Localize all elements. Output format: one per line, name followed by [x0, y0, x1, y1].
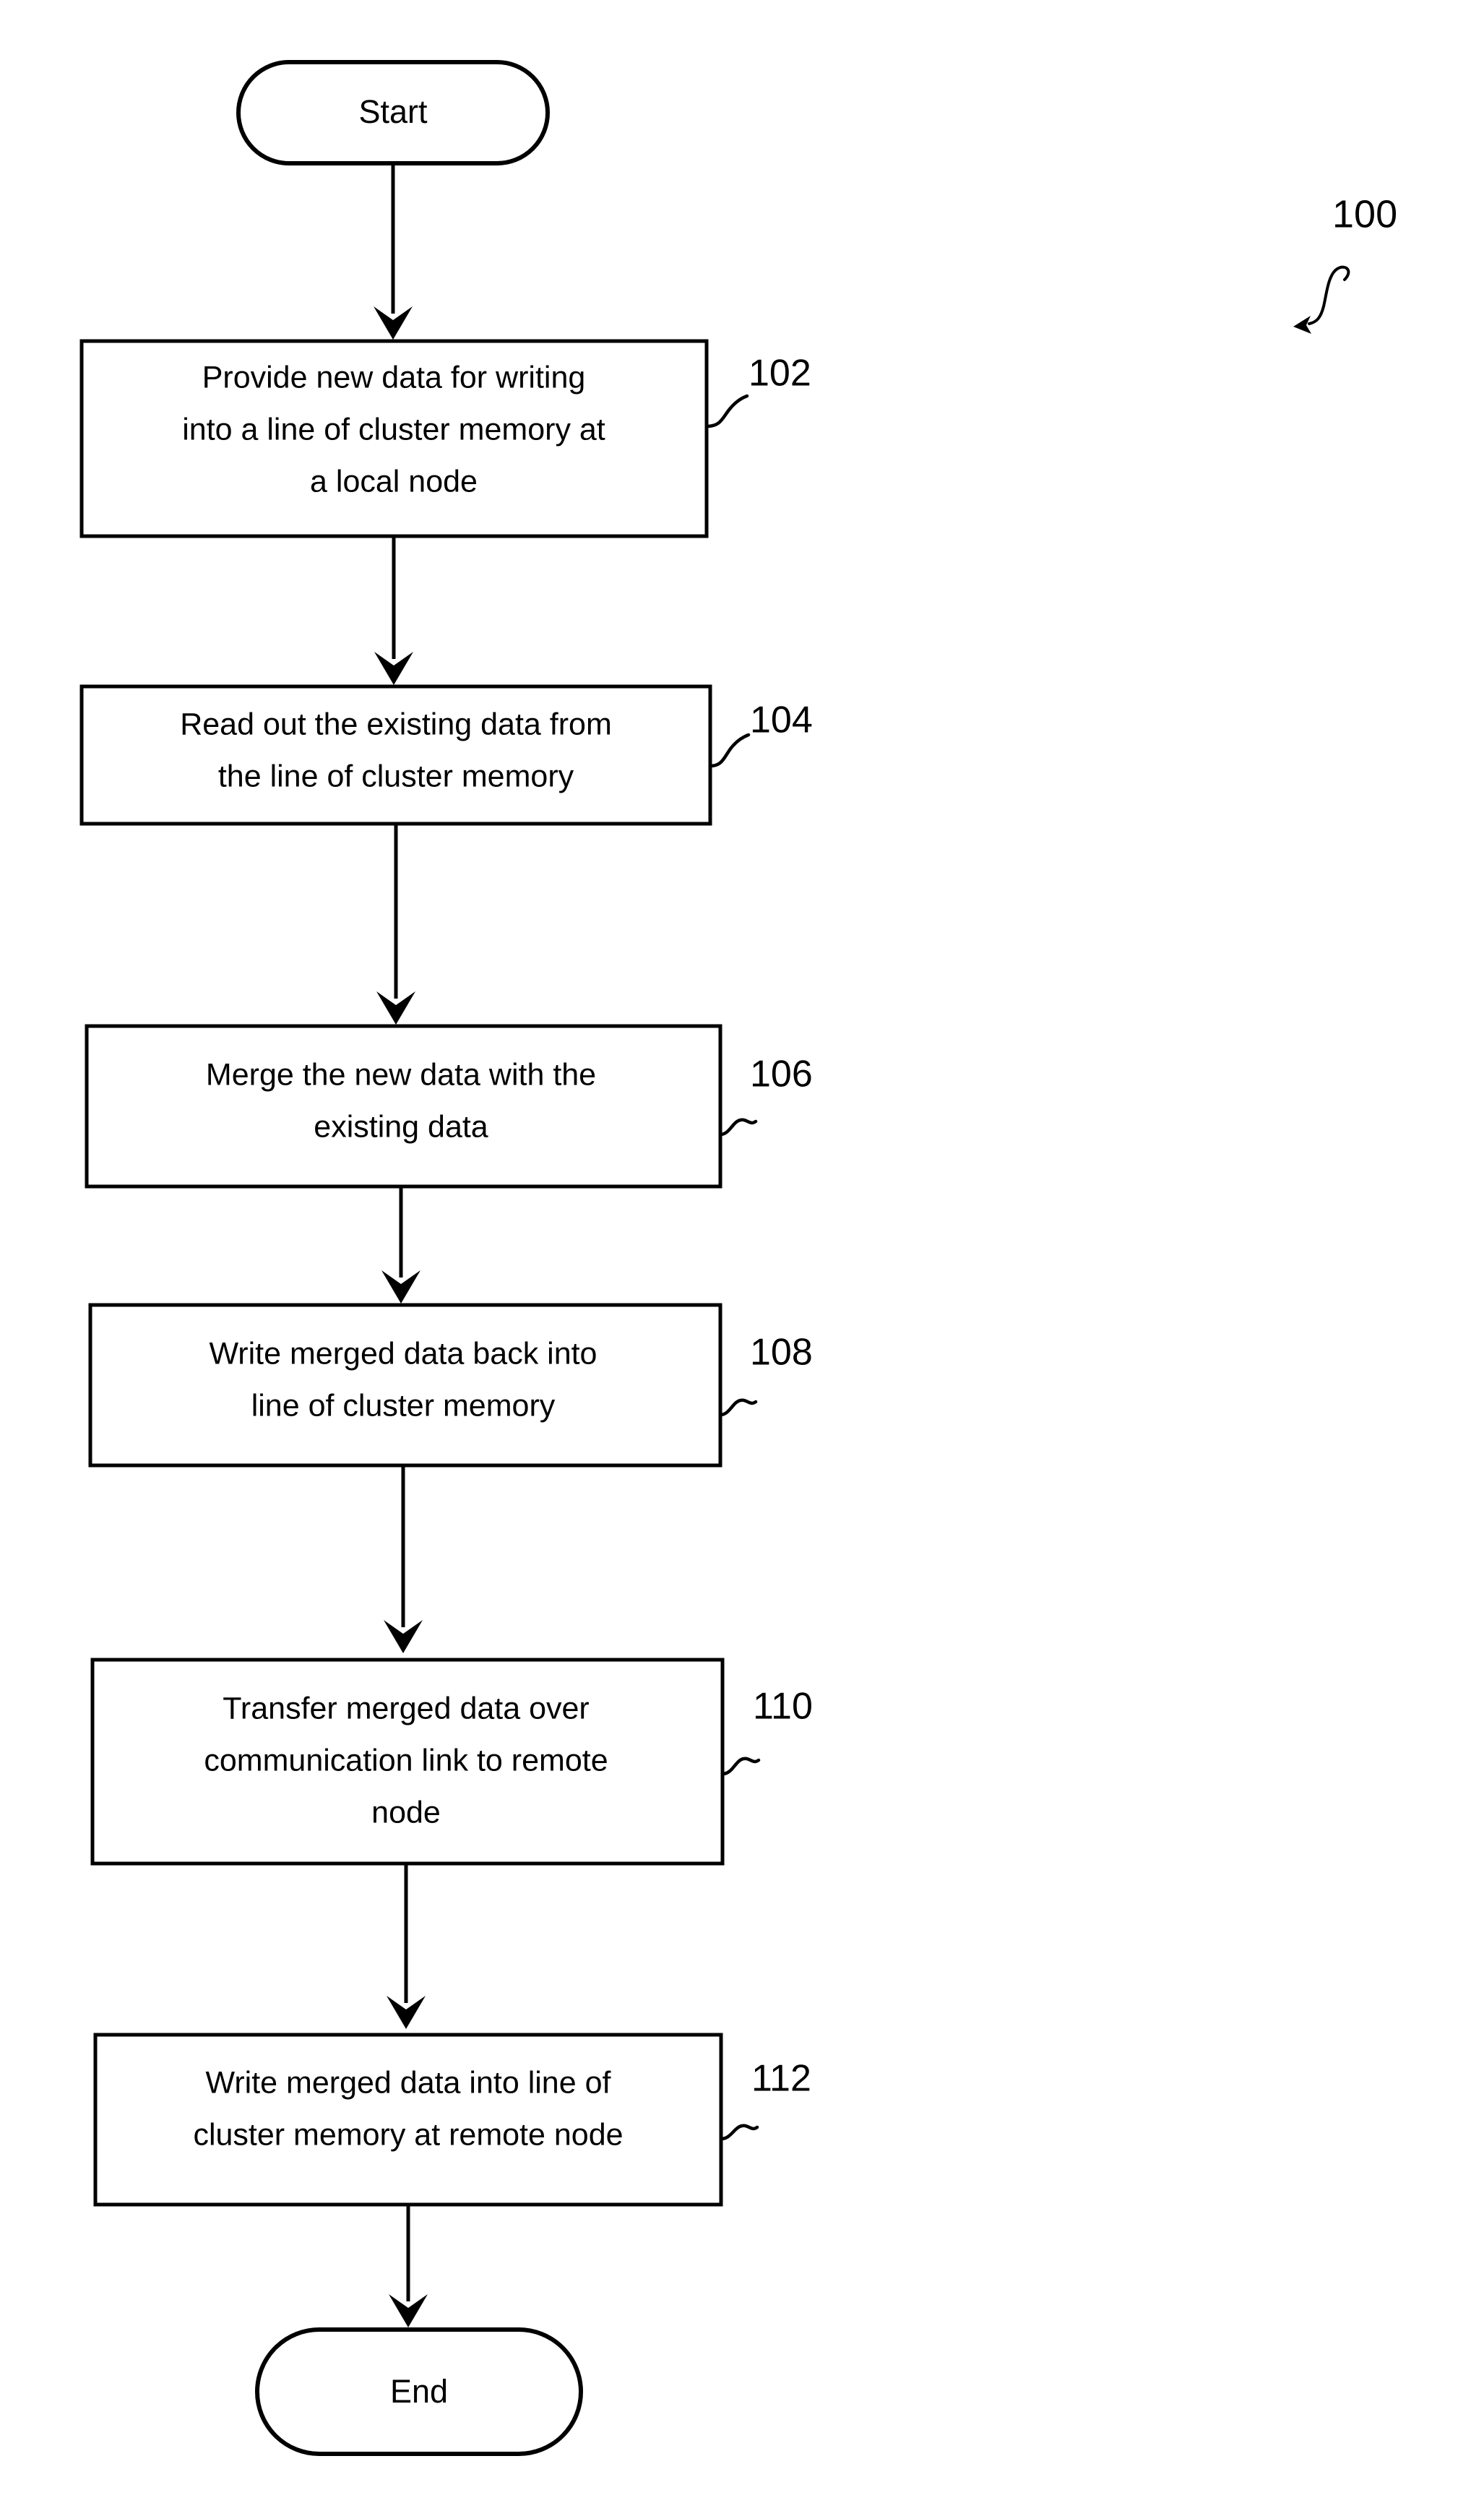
process-box-104: Read out the existing data from the line… [79, 684, 712, 826]
process-box-112: Write merged data into line of cluster m… [93, 2033, 723, 2207]
process-box-110-line-3: node [371, 1795, 441, 1830]
leader-line-106 [718, 1118, 758, 1137]
connector-102-to-104 [374, 536, 413, 685]
leader-line-104 [708, 733, 751, 768]
connector-106-to-108 [381, 1186, 420, 1304]
process-box-110-line-2: communication link to remote [204, 1743, 608, 1778]
reference-numeral-110-label: 110 [753, 1686, 813, 1728]
connector-108-to-110 [384, 1465, 423, 1653]
process-box-112-line-2: cluster memory at remote node [193, 2117, 623, 2152]
end-terminator: End [255, 2327, 583, 2456]
reference-numeral-106-label: 106 [750, 1054, 813, 1095]
connector-start-to-102 [374, 163, 413, 340]
start-terminator: Start [236, 60, 550, 165]
process-box-104-line-2: the line of cluster memory [218, 759, 574, 793]
start-terminator-label: Start [358, 93, 428, 130]
leader-line-110 [720, 1757, 761, 1776]
process-box-110-line-1: Transfer merged data over [223, 1691, 589, 1726]
process-box-102-line-3: a local node [310, 464, 478, 499]
process-box-106-line-1: Merge the new data with the [206, 1057, 596, 1092]
process-box-108-line-1: Write merged data back into [210, 1336, 598, 1371]
process-box-106: Merge the new data with the existing dat… [85, 1024, 722, 1189]
connector-104-to-106 [376, 824, 415, 1025]
process-box-108: Write merged data back into line of clus… [88, 1303, 722, 1468]
process-box-112-line-1: Write merged data into line of [206, 2065, 612, 2100]
connector-112-to-end [389, 2205, 428, 2327]
process-box-108-line-2: line of cluster memory [251, 1388, 556, 1423]
process-box-108-shape [88, 1303, 722, 1468]
figure-number-callout: 100 [1293, 192, 1397, 334]
process-box-102-line-2: into a line of cluster memory at [182, 412, 605, 447]
process-box-106-shape [85, 1024, 722, 1189]
reference-numeral-108: 108 [718, 1332, 813, 1417]
reference-numeral-102: 102 [704, 353, 811, 428]
flowchart-canvas: Start Provide new data for writing into … [79, 60, 1397, 2456]
reference-numeral-102-label: 102 [749, 353, 811, 395]
process-box-104-line-1: Read out the existing data from [180, 707, 612, 741]
process-box-110: Transfer merged data over communication … [90, 1658, 725, 1866]
patent-figure: Start Provide new data for writing into … [0, 0, 1484, 2516]
leader-line-102 [704, 394, 749, 428]
reference-numeral-108-label: 108 [750, 1332, 813, 1374]
end-terminator-label: End [390, 2373, 448, 2410]
reference-numeral-104-label: 104 [750, 699, 813, 741]
process-box-102: Provide new data for writing into a line… [79, 339, 709, 538]
reference-numeral-112-label: 112 [751, 2058, 811, 2100]
leader-line-112 [719, 2124, 759, 2141]
reference-numeral-110: 110 [720, 1686, 813, 1776]
connector-110-to-112 [387, 1864, 426, 2029]
process-box-102-line-1: Provide new data for writing [202, 360, 586, 395]
reference-numeral-112: 112 [719, 2058, 811, 2141]
reference-numeral-106: 106 [718, 1054, 813, 1137]
process-box-106-line-2: existing data [314, 1109, 488, 1144]
leader-line-108 [718, 1398, 758, 1417]
figure-number-leader-line [1308, 265, 1350, 325]
reference-numeral-104: 104 [708, 699, 813, 768]
figure-number-label: 100 [1332, 192, 1397, 236]
